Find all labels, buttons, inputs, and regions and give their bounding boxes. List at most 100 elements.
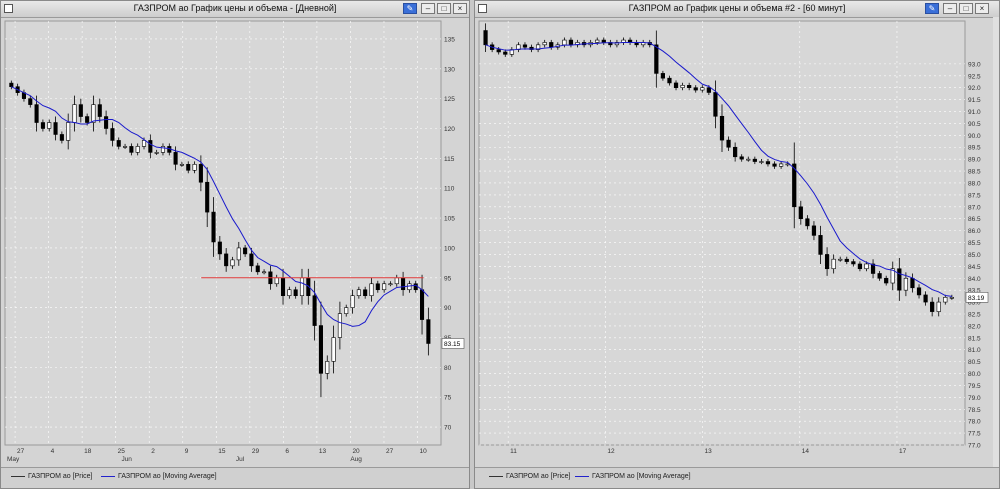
y-tick-label: 88.0 xyxy=(968,180,981,187)
candle-body xyxy=(186,164,191,171)
candle-body xyxy=(779,163,784,167)
candle-body xyxy=(772,163,777,167)
x-month-label: Aug xyxy=(350,456,362,463)
candle-body xyxy=(601,39,606,43)
candle-body xyxy=(154,152,159,154)
x-tick-label: 9 xyxy=(185,448,189,455)
left-price-chart[interactable]: 1351301251201151101051009590858075702741… xyxy=(1,1,471,469)
candle-body xyxy=(40,122,45,129)
y-tick-label: 87.0 xyxy=(968,204,981,211)
candle-body xyxy=(135,146,140,153)
candle-body xyxy=(331,337,336,362)
candle-body xyxy=(943,297,948,303)
y-tick-label: 77.0 xyxy=(968,443,981,450)
x-tick-label: 27 xyxy=(386,448,394,455)
candle-body xyxy=(719,115,725,141)
candle-body xyxy=(831,258,836,270)
x-tick-label: 15 xyxy=(218,448,226,455)
candle-body xyxy=(746,158,751,161)
candle-body xyxy=(230,259,235,267)
candle-body xyxy=(141,140,147,147)
candle-body xyxy=(851,261,856,265)
candle-body xyxy=(224,253,229,267)
candle-body xyxy=(110,128,115,141)
x-tick-label: 14 xyxy=(802,448,810,455)
candle-body xyxy=(198,164,203,183)
candle-body xyxy=(85,116,90,123)
candle-body xyxy=(667,77,672,84)
candle-body xyxy=(930,301,935,312)
y-tick-label: 120 xyxy=(444,126,455,133)
candle-body xyxy=(407,283,412,291)
candle-body xyxy=(205,181,210,213)
x-tick-label: 13 xyxy=(319,448,327,455)
y-tick-label: 89.5 xyxy=(968,145,981,152)
y-tick-label: 82.0 xyxy=(968,323,981,330)
y-tick-label: 88.5 xyxy=(968,169,981,176)
y-tick-label: 110 xyxy=(444,186,455,193)
candle-body xyxy=(426,319,431,344)
right-price-chart[interactable]: 93.0 92.5 92.0 91.5 91.0 90.5 90.0 89.5 89.0 88.5… xyxy=(475,1,995,469)
x-tick-label: 27 xyxy=(17,448,25,455)
y-tick-label: 87.5 xyxy=(968,192,981,199)
candle-body xyxy=(949,297,954,299)
x-tick-label: 25 xyxy=(118,448,126,455)
candle-body xyxy=(344,307,349,314)
candle-body xyxy=(916,287,922,296)
candle-body xyxy=(179,164,184,166)
last-value-label: 83.15 xyxy=(444,341,461,348)
y-tick-label: 78.5 xyxy=(968,407,981,414)
candle-body xyxy=(299,277,305,297)
candle-body xyxy=(549,42,554,48)
candle-body xyxy=(733,146,738,158)
x-tick-label: 18 xyxy=(84,448,92,455)
candle-body xyxy=(211,211,216,243)
y-tick-label: 80.5 xyxy=(968,359,981,366)
candle-body xyxy=(759,161,764,163)
y-tick-label: 90 xyxy=(444,305,452,312)
candle-body xyxy=(243,247,248,255)
candle-body xyxy=(838,258,843,261)
candle-body xyxy=(325,361,330,374)
y-tick-label: 91.5 xyxy=(968,97,981,104)
x-tick-label: 17 xyxy=(899,448,907,455)
candle-body xyxy=(496,49,501,53)
y-tick-label: 95 xyxy=(444,275,452,282)
candle-body xyxy=(739,156,744,160)
candle-body xyxy=(66,122,71,141)
candle-body xyxy=(713,92,718,117)
x-tick-label: 6 xyxy=(285,448,289,455)
candle-body xyxy=(483,30,488,46)
candle-body xyxy=(369,283,374,297)
candle-body xyxy=(401,277,406,291)
candle-body xyxy=(903,277,908,291)
candle-body xyxy=(78,104,83,117)
candle-body xyxy=(706,87,711,93)
candle-body xyxy=(798,206,803,220)
x-tick-label: 10 xyxy=(420,448,428,455)
legend-ma-entry: ГАЗПРОМ ао [Moving Average] xyxy=(101,473,217,480)
candle-body xyxy=(97,104,102,117)
x-tick-label: 4 xyxy=(51,448,55,455)
candle-body xyxy=(350,295,355,308)
candle-body xyxy=(394,277,399,285)
candle-body xyxy=(318,325,323,374)
right-scrollbar[interactable] xyxy=(993,17,999,468)
candle-body xyxy=(595,39,600,43)
legend-ma-label: ГАЗПРОМ ао [Moving Average] xyxy=(592,473,691,480)
y-tick-label: 90.5 xyxy=(968,121,981,128)
candle-body xyxy=(693,87,698,91)
candle-body xyxy=(726,139,731,148)
y-tick-label: 85.5 xyxy=(968,240,981,247)
candle-body xyxy=(542,42,547,46)
candle-body xyxy=(877,273,882,279)
candle-body xyxy=(752,158,757,162)
y-tick-label: 80.0 xyxy=(968,371,981,378)
candle-body xyxy=(91,104,96,123)
candle-body xyxy=(47,122,52,129)
candle-body xyxy=(818,235,823,255)
y-tick-label: 84.5 xyxy=(968,264,981,271)
y-tick-label: 130 xyxy=(444,66,455,73)
candle-body xyxy=(192,164,197,171)
candle-body xyxy=(765,161,771,165)
